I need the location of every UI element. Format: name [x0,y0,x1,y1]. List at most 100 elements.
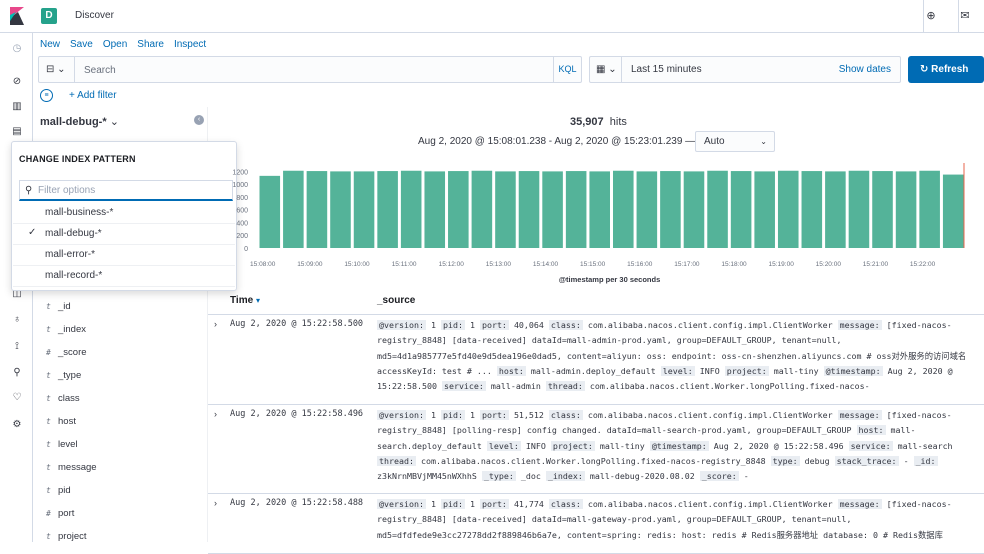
histogram-bar[interactable] [448,171,469,248]
field-item[interactable]: t pid [33,481,208,504]
index-pattern-option[interactable]: mall-business-* [13,203,235,224]
histogram-bar[interactable] [777,170,799,248]
dashboard-icon[interactable]: ▤ [10,125,24,139]
saved-query-icon[interactable]: ⊟ ⌄ [39,57,75,82]
filter-options-input[interactable]: ⚲ Filter options [19,180,233,201]
histogram-bar[interactable] [565,171,587,248]
add-filter-button[interactable]: + Add filter [69,90,117,101]
menu-new[interactable]: New [40,39,60,50]
y-tick-label: 0 [244,246,248,253]
discover-compass-icon[interactable]: ⊘ [10,75,24,89]
histogram-bar[interactable] [636,171,658,248]
doc-source: @version: 1 pid: 1 port: 40,064 class: c… [377,318,979,394]
histogram-bar[interactable] [259,175,281,248]
x-tick-label: 15:12:00 [439,261,465,268]
field-name: pid [58,485,71,496]
expand-chevron-icon[interactable]: › [214,409,217,419]
expand-chevron-icon[interactable]: › [214,498,217,508]
filter-options-icon[interactable]: ≡ [40,89,53,102]
option-label: mall-record-* [45,270,103,281]
field-item[interactable]: # _score [33,343,208,366]
histogram-bar[interactable] [424,171,446,248]
source-key: class: [548,410,583,420]
menu-inspect[interactable]: Inspect [174,39,206,50]
menu-open[interactable]: Open [103,39,127,50]
field-item[interactable]: t _id [33,297,208,320]
source-value: Aug 2, 2020 @ 15:22:58.496 [713,440,844,451]
source-key: service: [441,381,486,392]
devtools-wrench-icon[interactable]: ⚲ [10,366,24,380]
field-item[interactable]: # port [33,504,208,527]
histogram-bar[interactable] [283,170,304,248]
histogram-bar[interactable] [825,171,846,248]
histogram-bar[interactable] [895,171,917,248]
time-column-header[interactable]: Time ▾ [230,295,260,306]
histogram-bar[interactable] [683,171,705,248]
x-tick-label: 15:09:00 [297,261,323,268]
recent-clock-icon[interactable]: ◷ [10,42,24,56]
calendar-icon[interactable]: ▦ ⌄ [590,57,622,82]
histogram-bar[interactable] [330,171,351,248]
doc-table-header: Time ▾ _source [208,290,984,315]
histogram-bar[interactable] [919,170,940,248]
space-avatar[interactable]: D [41,8,57,24]
collapse-sidebar-icon[interactable]: ‹ [194,115,204,125]
interval-select[interactable]: Auto ⌄ [695,131,775,152]
histogram-bar[interactable] [518,171,540,248]
field-item[interactable]: t level [33,435,208,458]
help-icon[interactable]: ⊕ [924,9,938,23]
menu-share[interactable]: Share [137,39,164,50]
histogram-bar[interactable] [400,170,422,248]
histogram-bar[interactable] [542,171,563,248]
kql-toggle-button[interactable]: KQL [553,57,581,82]
source-key: port: [479,320,509,330]
ml-icon[interactable]: ♁ [10,313,24,327]
y-tick-label: 800 [236,195,248,202]
index-pattern-option[interactable]: ✓ mall-debug-* [13,224,235,245]
histogram-bar[interactable] [707,170,728,248]
field-name: _id [58,301,71,312]
time-range-text: Aug 2, 2020 @ 15:08:01.238 - Aug 2, 2020… [418,136,696,147]
field-list: t _id t _index # _score t _type t class t host t leve… [33,297,208,550]
search-input[interactable]: Search [84,65,116,76]
visualize-chart-icon[interactable]: ▥ [10,100,24,114]
histogram-bar[interactable] [353,171,375,248]
management-gear-icon[interactable]: ⚙ [10,418,24,432]
histogram-bar[interactable] [848,170,870,248]
show-dates-link[interactable]: Show dates [839,64,891,75]
source-key: pid: [440,320,465,330]
index-pattern-option[interactable]: mall-record-* [13,266,235,287]
field-item[interactable]: t project [33,527,208,550]
histogram-bar[interactable] [872,171,893,248]
index-pattern-option[interactable]: mall-error-* [13,245,235,266]
field-item[interactable]: t host [33,412,208,435]
expand-chevron-icon[interactable]: › [214,319,217,329]
doc-timestamp: Aug 2, 2020 @ 15:22:58.500 [230,319,364,329]
field-item[interactable]: t message [33,458,208,481]
time-range-label[interactable]: Last 15 minutes [631,64,702,75]
histogram-bar[interactable] [306,171,328,248]
hits-number: 35,907 [570,116,604,128]
histogram-bar[interactable] [377,171,398,248]
histogram-bar[interactable] [942,174,964,248]
monitoring-heart-icon[interactable]: ♡ [10,391,24,405]
histogram-bar[interactable] [754,171,775,248]
index-pattern-selector[interactable]: mall-debug-* ⌄ [40,115,119,128]
histogram-bar[interactable] [801,171,823,248]
histogram-bar[interactable] [613,170,634,248]
refresh-button[interactable]: ↻ Refresh [908,56,984,83]
source-key: port: [479,410,509,420]
histogram-bar[interactable] [471,170,493,248]
x-tick-label: 15:10:00 [344,261,370,268]
field-item[interactable]: t class [33,389,208,412]
field-item[interactable]: t _type [33,366,208,389]
histogram-bar[interactable] [730,171,752,248]
histogram-bar[interactable] [660,171,681,248]
histogram-bar[interactable] [495,171,516,248]
field-item[interactable]: t _index [33,320,208,343]
uptime-icon[interactable]: ⟟ [10,340,24,354]
histogram-bar[interactable] [589,171,610,248]
menu-save[interactable]: Save [70,39,93,50]
mail-icon[interactable]: ✉ [958,9,972,23]
kibana-logo-icon[interactable] [10,7,24,25]
